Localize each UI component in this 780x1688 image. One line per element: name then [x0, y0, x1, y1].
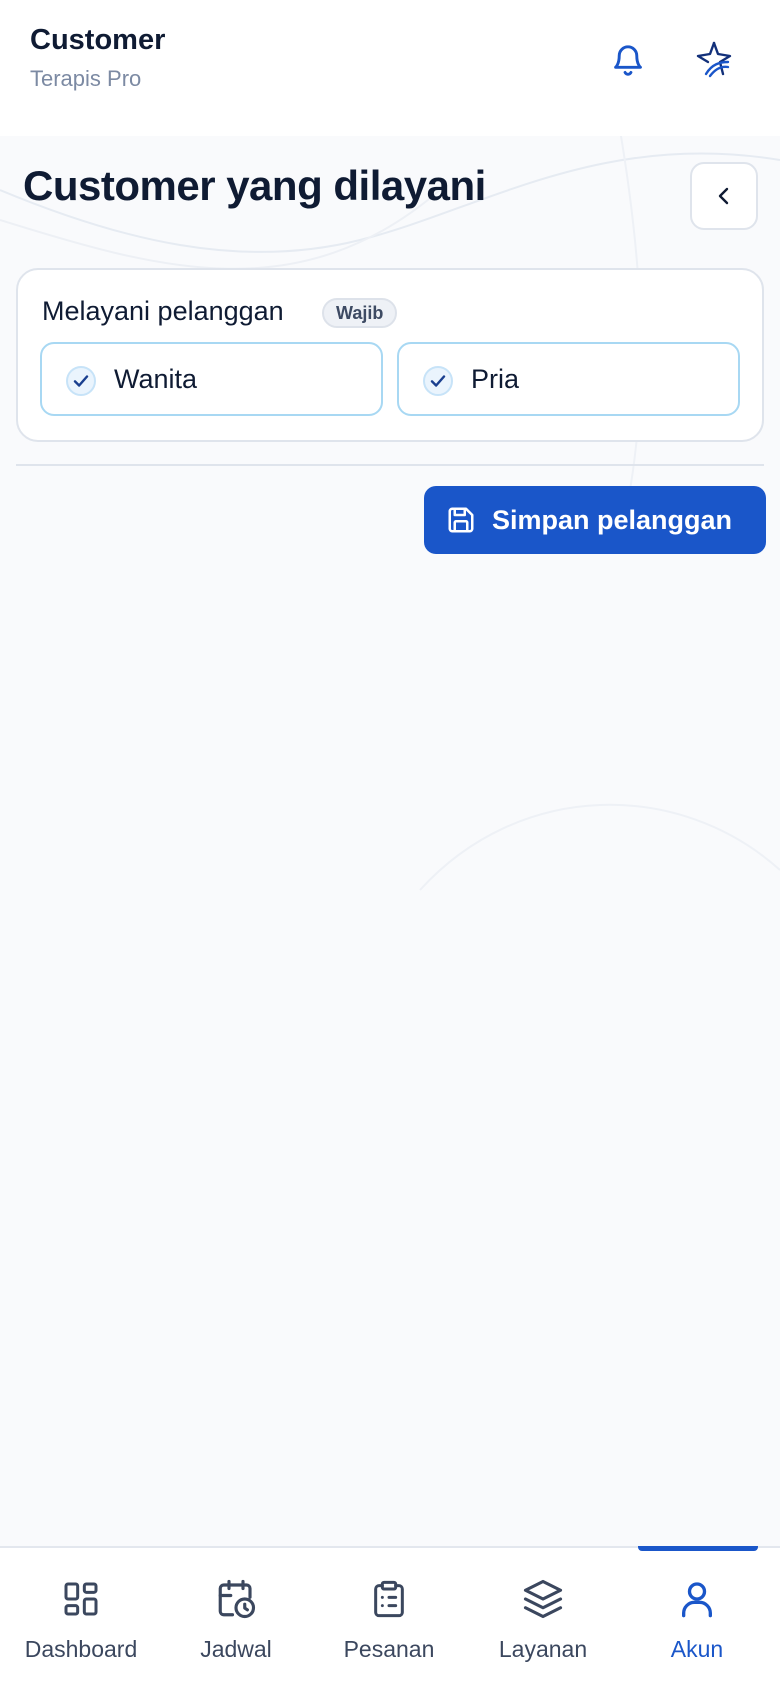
save-icon — [448, 507, 474, 533]
check-icon — [66, 366, 96, 396]
calendar-clock-icon — [215, 1576, 257, 1622]
nav-jadwal[interactable]: Jadwal — [161, 1576, 311, 1676]
user-icon — [677, 1576, 717, 1622]
page-title: Customer yang dilayani — [23, 162, 486, 209]
app-title: Customer — [30, 24, 166, 56]
nav-pesanan[interactable]: Pesanan — [314, 1576, 464, 1676]
top-bar: Customer Terapis Pro — [0, 0, 780, 136]
divider — [16, 464, 764, 466]
brand-logo-icon[interactable] — [692, 38, 736, 82]
serve-customer-card: Melayani pelanggan Wajib Wanita Pria — [16, 268, 764, 442]
bell-icon[interactable] — [606, 38, 650, 82]
save-customer-button[interactable]: Simpan pelanggan — [424, 486, 766, 554]
option-pria[interactable]: Pria — [397, 342, 740, 416]
option-label: Wanita — [114, 364, 198, 394]
nav-layanan[interactable]: Layanan — [468, 1576, 618, 1676]
nav-label: Layanan — [498, 1636, 588, 1662]
app-subtitle: Terapis Pro — [30, 66, 142, 91]
back-button[interactable] — [690, 162, 758, 230]
option-wanita[interactable]: Wanita — [40, 342, 383, 416]
nav-label: Dashboard — [24, 1636, 138, 1662]
nav-label: Akun — [670, 1636, 724, 1662]
chevron-left-icon — [718, 187, 729, 205]
required-badge: Wajib — [322, 298, 398, 328]
save-button-label: Simpan pelanggan — [492, 504, 733, 535]
dashboard-icon — [61, 1576, 101, 1622]
nav-label: Jadwal — [200, 1636, 272, 1662]
bottom-navigation: Dashboard Jadwal Pesanan Layanan Akun — [0, 1546, 780, 1688]
nav-dashboard[interactable]: Dashboard — [6, 1576, 156, 1676]
serve-customer-label: Melayani pelanggan — [42, 296, 284, 326]
app-screen: Customer Terapis Pro Customer yang dilay… — [0, 0, 780, 1688]
layers-icon — [521, 1576, 565, 1622]
check-icon — [423, 366, 453, 396]
nav-label: Pesanan — [343, 1636, 435, 1662]
clipboard-list-icon — [369, 1576, 409, 1622]
option-label: Pria — [471, 364, 520, 394]
nav-akun[interactable]: Akun — [622, 1576, 772, 1676]
active-tab-indicator — [638, 1546, 758, 1551]
